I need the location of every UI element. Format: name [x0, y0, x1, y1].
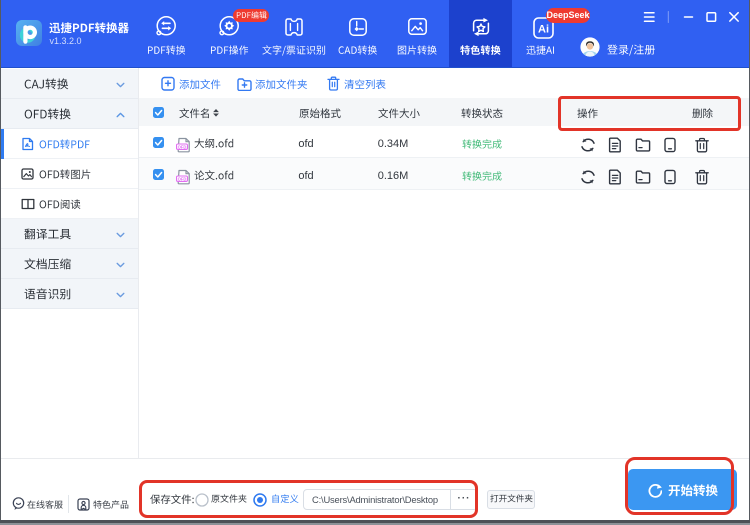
- svg-text:OFD: OFD: [178, 176, 187, 181]
- svg-text:Ai: Ai: [538, 23, 549, 35]
- svg-text:OFD: OFD: [178, 144, 187, 149]
